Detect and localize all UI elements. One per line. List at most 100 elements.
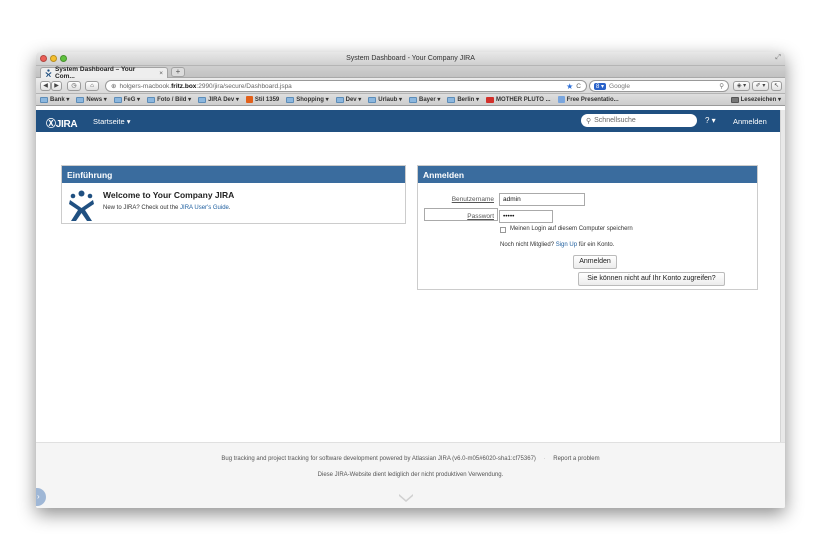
extension-button-1[interactable]: ◈ ▾ — [733, 81, 750, 91]
bookmark-item[interactable]: FeG ▾ — [113, 96, 141, 103]
startseite-menu[interactable]: Startseite ▾ — [93, 117, 131, 126]
bookmark-star-icon[interactable]: ★ — [566, 82, 573, 91]
folder-icon — [198, 96, 207, 103]
bookmark-item[interactable]: Stil 1359 — [245, 96, 280, 103]
folder-icon — [335, 96, 344, 103]
search-engine-icon[interactable]: 8 ▾ — [594, 82, 607, 90]
remember-checkbox[interactable] — [500, 227, 506, 233]
folder-icon — [368, 96, 377, 103]
remember-label: Meinen Login auf diesem Computer speiche… — [510, 226, 633, 232]
folder-icon — [147, 96, 156, 103]
jira-favicon-icon — [45, 69, 52, 77]
close-tab-icon[interactable]: × — [159, 70, 163, 77]
bookmark-label: Free Presentatio... — [566, 96, 619, 103]
intro-panel: Einführung Welcome to Your Company JIRA … — [61, 165, 406, 224]
signup-link[interactable]: Sign Up — [556, 242, 577, 248]
login-submit-button[interactable]: Anmelden — [573, 255, 617, 269]
folder-icon — [113, 96, 122, 103]
refresh-icon[interactable]: C — [576, 83, 581, 90]
window-title: System Dashboard - Your Company JIRA — [346, 55, 475, 62]
bookmark-item[interactable]: Urlaub ▾ — [368, 96, 402, 103]
bookmark-icon — [557, 96, 565, 103]
tab-system-dashboard[interactable]: System Dashboard – Your Com... × — [40, 66, 168, 80]
intro-heading: Einführung — [62, 166, 405, 183]
username-field[interactable]: admin — [499, 193, 585, 206]
tab-bar: System Dashboard – Your Com... × + — [36, 66, 785, 80]
navigation-toolbar: ◀ ▶ ◷ ⌂ ⊕ holgers-macbook.fritz.box:2990… — [36, 78, 785, 94]
title-bar: System Dashboard - Your Company JIRA ⤢ — [36, 52, 785, 66]
bookmark-label: Bank ▾ — [50, 97, 70, 103]
bookmark-label: Berlin ▾ — [457, 97, 480, 103]
video-icon — [486, 96, 495, 103]
folder-icon — [40, 96, 48, 103]
quick-search-placeholder: Schnellsuche — [594, 117, 636, 124]
jira-mascot-icon — [69, 190, 94, 221]
reading-list-button[interactable]: Lesezeichen ▾ — [730, 96, 781, 103]
bookmarks-bar: Bank ▾ News ▾ FeG ▾ Foto / Bild ▾ JIRA Dev ▾… — [36, 94, 785, 106]
login-panel: Anmelden Benutzername admin Passwort •••… — [417, 165, 758, 290]
search-engine-label: Google — [609, 82, 630, 90]
quick-search-input[interactable]: ⚲ Schnellsuche — [581, 114, 697, 127]
bookmark-label: News ▾ — [86, 97, 107, 103]
password-field[interactable]: ••••• — [499, 210, 553, 223]
extension-button-2[interactable]: ✐ ▾ — [752, 81, 769, 91]
bookmark-label: Stil 1359 — [254, 96, 280, 103]
folder-icon — [447, 96, 456, 103]
bookmark-item[interactable]: Bayer ▾ — [408, 96, 441, 103]
bookmark-item[interactable]: News ▾ — [76, 96, 107, 103]
reading-list-icon — [730, 96, 739, 103]
web-search-input[interactable]: 8 ▾ Google ⚲ — [589, 80, 729, 92]
bookmark-item[interactable]: Free Presentatio... — [557, 96, 619, 103]
bookmark-label: Bayer ▾ — [418, 97, 441, 103]
jira-header: ⓍJIRA Startseite ▾ ⚲ Schnellsuche ? ▾ An… — [36, 110, 785, 132]
bookmark-item[interactable]: Dev ▾ — [335, 96, 362, 103]
report-problem-link[interactable]: Report a problem — [553, 456, 599, 462]
bookmark-item[interactable]: JIRA Dev ▾ — [198, 96, 239, 103]
history-button[interactable]: ◷ — [67, 81, 81, 91]
signup-text: Noch nicht Mitglied? Sign Up für ein Kon… — [500, 242, 615, 248]
user-guide-link[interactable]: JIRA User's Guide — [180, 205, 229, 211]
jira-logo-icon: Ⓧ — [46, 119, 56, 130]
bookmark-label: Foto / Bild ▾ — [157, 97, 192, 103]
new-tab-button[interactable]: + — [171, 67, 185, 77]
welcome-text: New to JIRA? Check out the JIRA User's G… — [103, 205, 231, 211]
bookmark-item[interactable]: Bank ▾ — [40, 96, 69, 103]
url-text: holgers-macbook.fritz.box:2990/jira/secu… — [119, 82, 292, 90]
search-icon[interactable]: ⚲ — [719, 82, 724, 90]
help-menu-icon[interactable]: ? ▾ — [705, 116, 716, 125]
bookmark-label: Shopping ▾ — [296, 97, 329, 103]
bookmark-item[interactable]: Foto / Bild ▾ — [147, 96, 191, 103]
footer-notice: Diese JIRA-Website dient lediglich der n… — [317, 472, 504, 478]
fullscreen-icon[interactable]: ⤢ — [775, 54, 781, 62]
folder-icon — [286, 96, 295, 103]
back-button[interactable]: ◀ — [40, 81, 51, 91]
bookmark-icon — [245, 96, 253, 103]
bookmark-item[interactable]: Shopping ▾ — [286, 96, 329, 103]
home-button[interactable]: ⌂ — [85, 81, 99, 91]
forward-button[interactable]: ▶ — [51, 81, 62, 91]
bookmark-label: Dev ▾ — [345, 97, 362, 103]
search-icon: ⚲ — [586, 117, 592, 125]
header-login-link[interactable]: Anmelden — [733, 117, 767, 126]
password-label: Passwort — [467, 213, 494, 220]
bookmark-item[interactable]: Berlin ▾ — [447, 96, 479, 103]
footer-powered-by: Bug tracking and project tracking for so… — [221, 456, 600, 462]
folder-icon — [76, 96, 85, 103]
bookmark-label: FeG ▾ — [123, 97, 141, 103]
bookmark-label: Urlaub ▾ — [378, 97, 402, 103]
extension-button-3[interactable]: ↖ — [771, 81, 782, 91]
folder-icon — [408, 96, 417, 103]
bookmark-label: JIRA Dev ▾ — [208, 97, 239, 103]
jira-logo[interactable]: ⓍJIRA — [46, 115, 78, 130]
login-heading: Anmelden — [418, 166, 757, 183]
url-bar[interactable]: ⊕ holgers-macbook.fritz.box:2990/jira/se… — [105, 80, 587, 92]
welcome-title: Welcome to Your Company JIRA — [103, 190, 235, 200]
footer: Bug tracking and project tracking for so… — [36, 442, 785, 508]
bookmark-label: MOTHER PLUTO ... — [496, 96, 551, 103]
globe-icon: ⊕ — [111, 83, 117, 90]
bookmark-item[interactable]: MOTHER PLUTO ... — [486, 96, 551, 103]
browser-window: System Dashboard - Your Company JIRA ⤢ S… — [36, 52, 785, 508]
username-label: Benutzername — [451, 196, 494, 203]
forgot-account-button[interactable]: Sie können nicht auf Ihr Konto zugreifen… — [578, 272, 725, 286]
atlassian-logo-icon — [399, 494, 413, 502]
